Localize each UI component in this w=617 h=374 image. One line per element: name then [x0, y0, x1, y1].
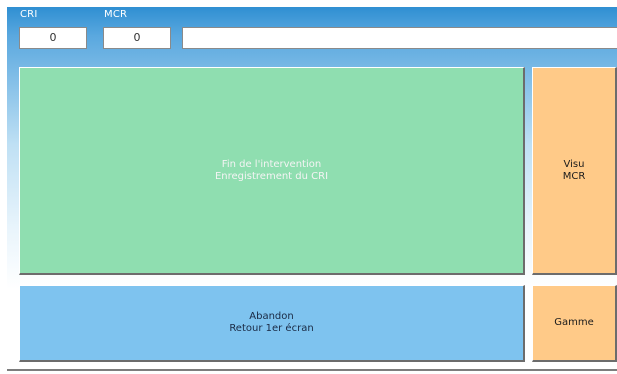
abandon-label-line2: Retour 1er écran — [229, 323, 314, 334]
cri-label: CRI — [20, 9, 38, 20]
gamme-button[interactable]: Gamme — [532, 285, 617, 362]
app-window: CRI MCR 0 0 Fin de l'intervention Enregi… — [0, 0, 617, 374]
view-mcr-label-line1: Visu — [563, 158, 585, 170]
abandon-label-line1: Abandon — [249, 311, 294, 322]
mcr-label: MCR — [104, 9, 128, 20]
message-field[interactable] — [182, 27, 617, 49]
abandon-button[interactable]: Abandon Retour 1er écran — [19, 285, 525, 362]
end-intervention-label-line2: Enregistrement du CRI — [214, 170, 329, 182]
mcr-count-field: 0 — [103, 27, 171, 49]
view-mcr-button[interactable]: Visu MCR — [532, 67, 617, 275]
cri-count-field: 0 — [19, 27, 87, 49]
gamme-label: Gamme — [554, 317, 594, 328]
end-intervention-label-line1: Fin de l'intervention — [221, 158, 322, 170]
view-mcr-label-line2: MCR — [562, 170, 586, 182]
end-intervention-button[interactable]: Fin de l'intervention Enregistrement du … — [19, 67, 525, 275]
